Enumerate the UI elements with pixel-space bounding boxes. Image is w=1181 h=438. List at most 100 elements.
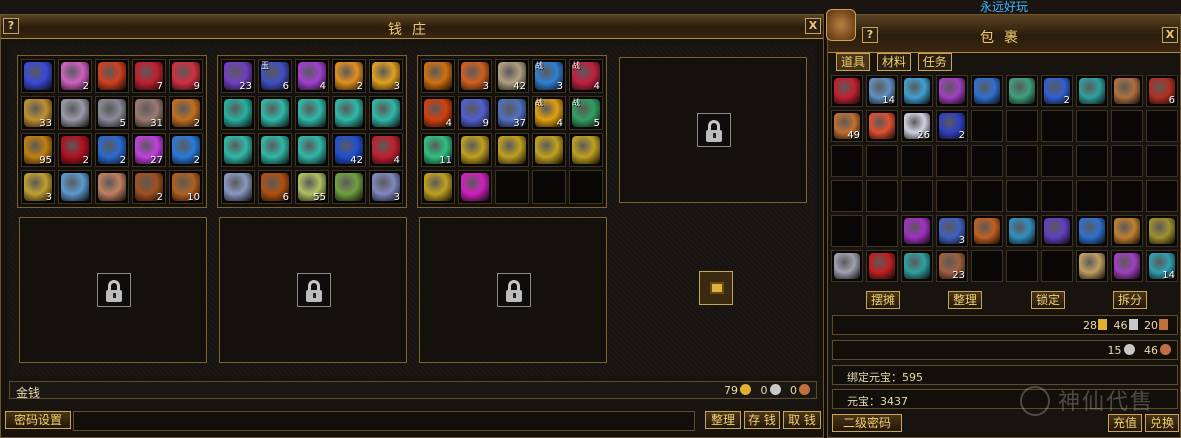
bag-slot[interactable] [1146, 110, 1178, 142]
bag-slot[interactable] [1006, 180, 1038, 212]
bag-slot[interactable] [971, 180, 1003, 212]
deposit-button[interactable]: 存 钱 [744, 411, 780, 429]
bank-slot[interactable]: 9 [169, 59, 203, 93]
bag-sort-button[interactable]: 整理 [948, 291, 982, 309]
bag-slot[interactable] [1076, 250, 1108, 282]
bank-slot[interactable]: 2 [132, 170, 166, 204]
bank-slot[interactable]: 3 [458, 59, 492, 93]
bank-slot[interactable] [458, 170, 492, 204]
bag-slot[interactable] [936, 180, 968, 212]
bank-slot[interactable]: 9 [458, 96, 492, 130]
bag-slot[interactable] [831, 250, 863, 282]
bank-slot[interactable] [58, 96, 92, 130]
bag-slot[interactable] [1111, 110, 1143, 142]
bank-slot[interactable] [421, 170, 455, 204]
bank-slot[interactable]: 55 [295, 170, 329, 204]
bank-slot[interactable] [21, 59, 55, 93]
bag-close-button[interactable]: X [1162, 27, 1178, 43]
bag-slot[interactable] [831, 180, 863, 212]
bag-slot[interactable]: 26 [901, 110, 933, 142]
bag-slot[interactable] [971, 215, 1003, 247]
bank-slot[interactable] [532, 170, 566, 204]
bank-slot[interactable]: 3 [369, 170, 403, 204]
bag-slot[interactable] [1041, 145, 1073, 177]
stall-button[interactable]: 摆摊 [866, 291, 900, 309]
bag-slot[interactable] [866, 180, 898, 212]
bank-slot[interactable]: 战3 [532, 59, 566, 93]
bag-slot[interactable]: 2 [936, 110, 968, 142]
bag-slot[interactable] [936, 145, 968, 177]
bank-page-4-locked[interactable] [619, 57, 807, 203]
bag-slot[interactable] [1006, 215, 1038, 247]
bank-slot[interactable] [258, 133, 292, 167]
tab-materials[interactable]: 材料 [876, 53, 911, 71]
bag-slot[interactable]: 2 [1041, 75, 1073, 107]
bag-slot[interactable] [1076, 145, 1108, 177]
bag-slot[interactable] [1076, 110, 1108, 142]
bag-slot[interactable] [1041, 110, 1073, 142]
bag-slot[interactable]: 23 [936, 250, 968, 282]
bag-slot[interactable] [971, 75, 1003, 107]
bag-slot[interactable] [866, 250, 898, 282]
bag-slot[interactable] [866, 145, 898, 177]
bank-slot[interactable]: 95 [21, 133, 55, 167]
lock-button[interactable]: 锁定 [1031, 291, 1065, 309]
bank-expand-button[interactable] [699, 271, 733, 305]
split-button[interactable]: 拆分 [1113, 291, 1147, 309]
bank-slot[interactable]: 6 [258, 170, 292, 204]
bank-slot[interactable]: 10 [169, 170, 203, 204]
tab-tasks[interactable]: 任务 [917, 53, 952, 71]
bank-sort-button[interactable]: 整理 [705, 411, 741, 429]
bank-slot[interactable]: 27 [132, 133, 166, 167]
bank-titlebar[interactable]: ? 钱庄 X [1, 15, 823, 39]
bag-slot[interactable] [901, 180, 933, 212]
bag-slot[interactable] [971, 250, 1003, 282]
bag-slot[interactable] [1041, 180, 1073, 212]
bag-slot[interactable] [1041, 250, 1073, 282]
bank-slot[interactable]: 31 [132, 96, 166, 130]
bag-slot[interactable]: 14 [1146, 250, 1178, 282]
bag-slot[interactable] [831, 215, 863, 247]
bag-slot[interactable] [1146, 215, 1178, 247]
bag-slot[interactable] [1111, 215, 1143, 247]
bank-slot[interactable] [495, 133, 529, 167]
bank-slot[interactable] [221, 133, 255, 167]
password-settings-button[interactable]: 密码设置 [5, 411, 71, 429]
bank-slot[interactable]: 4 [421, 96, 455, 130]
exchange-button[interactable]: 兑换 [1145, 414, 1179, 432]
bag-slot[interactable] [1006, 110, 1038, 142]
bank-slot[interactable]: 3 [21, 170, 55, 204]
bag-slot[interactable] [1006, 250, 1038, 282]
bank-slot[interactable]: 3 [369, 59, 403, 93]
bag-titlebar[interactable]: ? 包裹 X [826, 9, 1180, 53]
bag-slot[interactable] [1006, 145, 1038, 177]
bank-slot[interactable] [221, 96, 255, 130]
bag-slot[interactable] [1076, 180, 1108, 212]
bag-slot[interactable] [901, 145, 933, 177]
bank-slot[interactable]: 4 [295, 59, 329, 93]
bank-slot[interactable]: 37 [495, 96, 529, 130]
bank-slot[interactable]: 33 [21, 96, 55, 130]
bank-slot[interactable]: 23 [221, 59, 255, 93]
bag-slot[interactable] [866, 215, 898, 247]
bag-slot[interactable] [901, 250, 933, 282]
bag-slot[interactable] [1111, 75, 1143, 107]
bank-slot[interactable]: 2 [58, 59, 92, 93]
bank-slot[interactable] [495, 170, 529, 204]
bank-slot[interactable] [95, 170, 129, 204]
bag-slot[interactable] [901, 75, 933, 107]
bank-slot[interactable]: 2 [169, 133, 203, 167]
bank-slot[interactable] [295, 96, 329, 130]
bank-slot[interactable]: 42 [495, 59, 529, 93]
bag-slot[interactable] [1076, 215, 1108, 247]
bag-slot[interactable] [831, 75, 863, 107]
bag-slot[interactable]: 3 [936, 215, 968, 247]
bank-slot[interactable] [532, 133, 566, 167]
bag-slot[interactable] [1111, 250, 1143, 282]
bag-slot[interactable] [1076, 75, 1108, 107]
bag-slot[interactable] [866, 110, 898, 142]
bag-slot[interactable] [936, 75, 968, 107]
bank-slot[interactable] [569, 133, 603, 167]
bag-slot[interactable] [971, 110, 1003, 142]
bag-slot[interactable]: 6 [1146, 75, 1178, 107]
